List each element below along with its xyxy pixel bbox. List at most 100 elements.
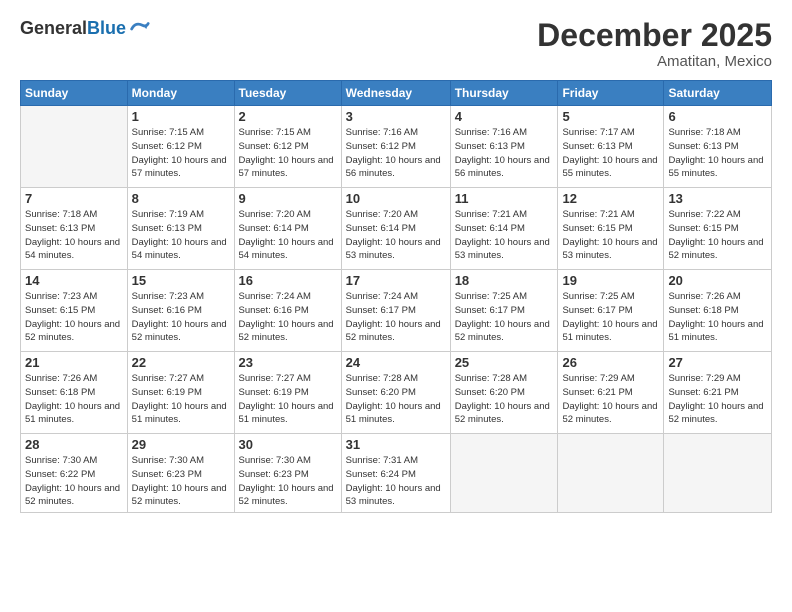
- day-info: Sunrise: 7:23 AMSunset: 6:16 PMDaylight:…: [132, 290, 230, 345]
- day-number: 31: [346, 437, 446, 452]
- day-number: 13: [668, 191, 767, 206]
- day-info: Sunrise: 7:15 AMSunset: 6:12 PMDaylight:…: [239, 126, 337, 181]
- table-row: 15 Sunrise: 7:23 AMSunset: 6:16 PMDayligh…: [127, 270, 234, 352]
- day-number: 7: [25, 191, 123, 206]
- day-number: 1: [132, 109, 230, 124]
- month-title: December 2025: [537, 18, 772, 53]
- day-info: Sunrise: 7:28 AMSunset: 6:20 PMDaylight:…: [455, 372, 554, 427]
- day-info: Sunrise: 7:22 AMSunset: 6:15 PMDaylight:…: [668, 208, 767, 263]
- day-number: 14: [25, 273, 123, 288]
- table-row: 22 Sunrise: 7:27 AMSunset: 6:19 PMDayligh…: [127, 352, 234, 434]
- col-sunday: Sunday: [21, 81, 128, 106]
- day-number: 3: [346, 109, 446, 124]
- day-number: 4: [455, 109, 554, 124]
- day-number: 9: [239, 191, 337, 206]
- day-number: 27: [668, 355, 767, 370]
- day-info: Sunrise: 7:16 AMSunset: 6:12 PMDaylight:…: [346, 126, 446, 181]
- day-info: Sunrise: 7:26 AMSunset: 6:18 PMDaylight:…: [25, 372, 123, 427]
- table-row: 21 Sunrise: 7:26 AMSunset: 6:18 PMDayligh…: [21, 352, 128, 434]
- day-number: 10: [346, 191, 446, 206]
- page: GeneralBlue December 2025 Amatitan, Mexi…: [0, 0, 792, 612]
- day-number: 26: [562, 355, 659, 370]
- day-number: 6: [668, 109, 767, 124]
- day-number: 25: [455, 355, 554, 370]
- logo-icon: [128, 18, 150, 40]
- table-row: 24 Sunrise: 7:28 AMSunset: 6:20 PMDayligh…: [341, 352, 450, 434]
- table-row: 20 Sunrise: 7:26 AMSunset: 6:18 PMDayligh…: [664, 270, 772, 352]
- table-row: 31Sunrise: 7:31 AMSunset: 6:24 PMDayligh…: [341, 434, 450, 513]
- day-info: Sunrise: 7:30 AMSunset: 6:23 PMDaylight:…: [239, 454, 337, 509]
- day-number: 15: [132, 273, 230, 288]
- day-info: Sunrise: 7:21 AMSunset: 6:14 PMDaylight:…: [455, 208, 554, 263]
- calendar-table: Sunday Monday Tuesday Wednesday Thursday…: [20, 80, 772, 513]
- table-row: 1 Sunrise: 7:15 AMSunset: 6:12 PMDaylight…: [127, 106, 234, 188]
- day-info: Sunrise: 7:25 AMSunset: 6:17 PMDaylight:…: [455, 290, 554, 345]
- day-info: Sunrise: 7:24 AMSunset: 6:17 PMDaylight:…: [346, 290, 446, 345]
- day-number: 23: [239, 355, 337, 370]
- col-tuesday: Tuesday: [234, 81, 341, 106]
- table-row: 11Sunrise: 7:21 AMSunset: 6:14 PMDayligh…: [450, 188, 558, 270]
- day-info: Sunrise: 7:24 AMSunset: 6:16 PMDaylight:…: [239, 290, 337, 345]
- logo-general-text: General: [20, 18, 87, 38]
- col-friday: Friday: [558, 81, 664, 106]
- table-row: 18 Sunrise: 7:25 AMSunset: 6:17 PMDayligh…: [450, 270, 558, 352]
- table-row: 8Sunrise: 7:19 AMSunset: 6:13 PMDaylight…: [127, 188, 234, 270]
- day-info: Sunrise: 7:16 AMSunset: 6:13 PMDaylight:…: [455, 126, 554, 181]
- table-row: [21, 106, 128, 188]
- day-info: Sunrise: 7:17 AMSunset: 6:13 PMDaylight:…: [562, 126, 659, 181]
- table-row: 7Sunrise: 7:18 AMSunset: 6:13 PMDaylight…: [21, 188, 128, 270]
- day-info: Sunrise: 7:27 AMSunset: 6:19 PMDaylight:…: [132, 372, 230, 427]
- table-row: 2 Sunrise: 7:15 AMSunset: 6:12 PMDaylight…: [234, 106, 341, 188]
- day-number: 20: [668, 273, 767, 288]
- table-row: 30 Sunrise: 7:30 AMSunset: 6:23 PMDayligh…: [234, 434, 341, 513]
- day-number: 12: [562, 191, 659, 206]
- day-info: Sunrise: 7:18 AMSunset: 6:13 PMDaylight:…: [668, 126, 767, 181]
- day-info: Sunrise: 7:20 AMSunset: 6:14 PMDaylight:…: [346, 208, 446, 263]
- logo-blue-text: Blue: [87, 18, 126, 38]
- table-row: 9Sunrise: 7:20 AMSunset: 6:14 PMDaylight…: [234, 188, 341, 270]
- day-info: Sunrise: 7:25 AMSunset: 6:17 PMDaylight:…: [562, 290, 659, 345]
- day-info: Sunrise: 7:15 AMSunset: 6:12 PMDaylight:…: [132, 126, 230, 181]
- location: Amatitan, Mexico: [537, 53, 772, 70]
- col-wednesday: Wednesday: [341, 81, 450, 106]
- table-row: 28 Sunrise: 7:30 AMSunset: 6:22 PMDayligh…: [21, 434, 128, 513]
- day-number: 8: [132, 191, 230, 206]
- day-number: 16: [239, 273, 337, 288]
- day-number: 21: [25, 355, 123, 370]
- day-number: 28: [25, 437, 123, 452]
- day-number: 24: [346, 355, 446, 370]
- table-row: 3 Sunrise: 7:16 AMSunset: 6:12 PMDaylight…: [341, 106, 450, 188]
- day-info: Sunrise: 7:28 AMSunset: 6:20 PMDaylight:…: [346, 372, 446, 427]
- table-row: 14Sunrise: 7:23 AMSunset: 6:15 PMDayligh…: [21, 270, 128, 352]
- day-info: Sunrise: 7:30 AMSunset: 6:22 PMDaylight:…: [25, 454, 123, 509]
- table-row: 12Sunrise: 7:21 AMSunset: 6:15 PMDayligh…: [558, 188, 664, 270]
- table-row: 19 Sunrise: 7:25 AMSunset: 6:17 PMDayligh…: [558, 270, 664, 352]
- day-info: Sunrise: 7:26 AMSunset: 6:18 PMDaylight:…: [668, 290, 767, 345]
- table-row: [450, 434, 558, 513]
- day-number: 2: [239, 109, 337, 124]
- day-info: Sunrise: 7:29 AMSunset: 6:21 PMDaylight:…: [562, 372, 659, 427]
- table-row: [558, 434, 664, 513]
- day-number: 18: [455, 273, 554, 288]
- day-info: Sunrise: 7:30 AMSunset: 6:23 PMDaylight:…: [132, 454, 230, 509]
- day-number: 30: [239, 437, 337, 452]
- table-row: 4 Sunrise: 7:16 AMSunset: 6:13 PMDaylight…: [450, 106, 558, 188]
- table-row: 13 Sunrise: 7:22 AMSunset: 6:15 PMDayligh…: [664, 188, 772, 270]
- day-number: 19: [562, 273, 659, 288]
- table-row: 27Sunrise: 7:29 AMSunset: 6:21 PMDayligh…: [664, 352, 772, 434]
- day-number: 29: [132, 437, 230, 452]
- calendar-header-row: Sunday Monday Tuesday Wednesday Thursday…: [21, 81, 772, 106]
- table-row: 26 Sunrise: 7:29 AMSunset: 6:21 PMDayligh…: [558, 352, 664, 434]
- title-block: December 2025 Amatitan, Mexico: [537, 18, 772, 70]
- logo: GeneralBlue: [20, 18, 150, 40]
- table-row: [664, 434, 772, 513]
- day-number: 5: [562, 109, 659, 124]
- day-number: 17: [346, 273, 446, 288]
- table-row: 16 Sunrise: 7:24 AMSunset: 6:16 PMDayligh…: [234, 270, 341, 352]
- table-row: 17 Sunrise: 7:24 AMSunset: 6:17 PMDayligh…: [341, 270, 450, 352]
- day-number: 22: [132, 355, 230, 370]
- table-row: 10 Sunrise: 7:20 AMSunset: 6:14 PMDayligh…: [341, 188, 450, 270]
- table-row: 5 Sunrise: 7:17 AMSunset: 6:13 PMDaylight…: [558, 106, 664, 188]
- table-row: 29 Sunrise: 7:30 AMSunset: 6:23 PMDayligh…: [127, 434, 234, 513]
- col-thursday: Thursday: [450, 81, 558, 106]
